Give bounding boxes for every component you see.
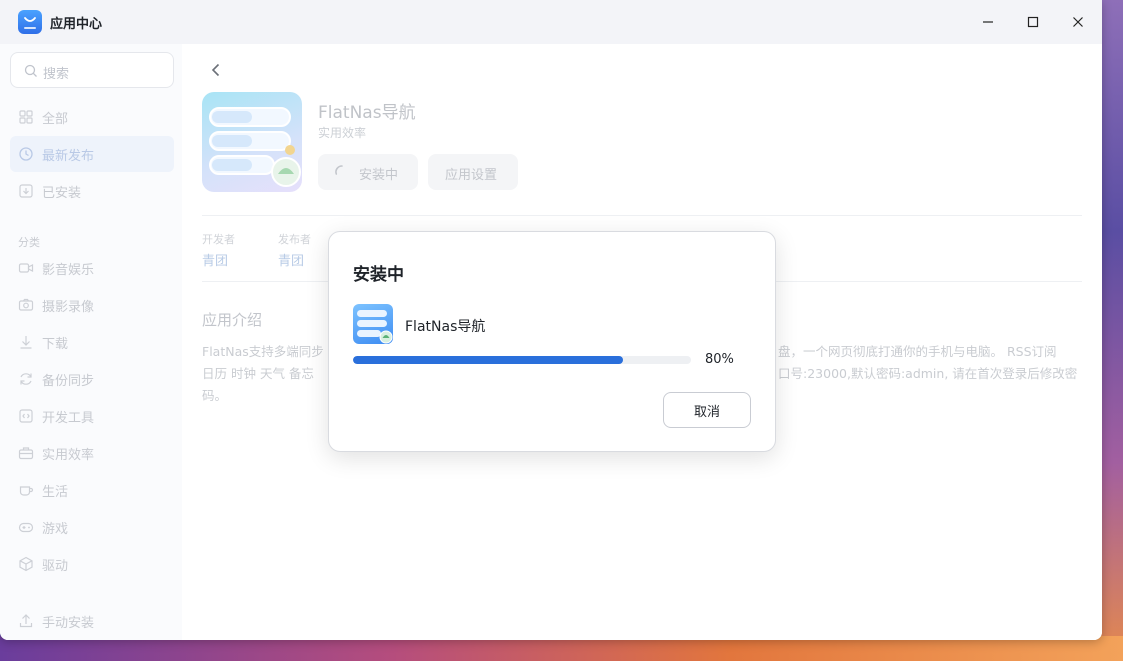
install-progress-bar [353, 356, 691, 364]
desktop-background-right [1100, 0, 1123, 661]
cancel-button[interactable]: 取消 [663, 392, 751, 428]
app-center-window: 应用中心 搜索 全部 最新发布 已安装 分类 影音娱乐 摄影录像 下载 备份同步… [0, 0, 1102, 640]
dialog-title: 安装中 [353, 265, 404, 285]
app-icon [353, 304, 393, 344]
progress-fill [353, 356, 624, 364]
dialog-app-name: FlatNas导航 [405, 319, 486, 335]
install-progress-dialog: 安装中 FlatNas导航 80% 取消 [328, 231, 776, 452]
progress-percent: 80% [705, 352, 734, 367]
